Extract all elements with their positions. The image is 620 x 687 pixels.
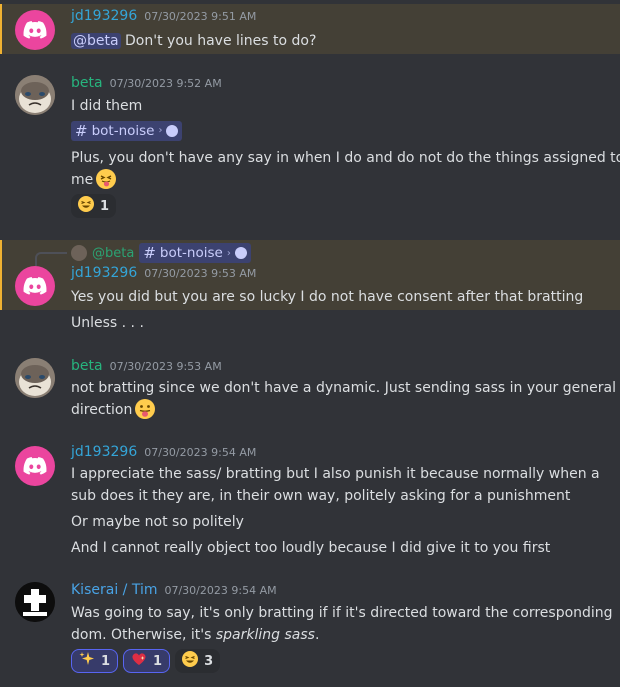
message-text: Unless . . .	[71, 315, 144, 331]
reaction-laughing[interactable]: 3	[175, 649, 221, 673]
discord-logo-icon	[23, 21, 47, 39]
thread-bubble-icon	[234, 247, 247, 259]
message-text: Was going to say, it's only bratting if …	[71, 605, 613, 621]
timestamp: 07/30/2023 9:52 AM	[109, 77, 222, 90]
timestamp: 07/30/2023 9:53 AM	[109, 360, 222, 373]
channel-name: bot-noise	[159, 245, 223, 261]
reaction-laughing[interactable]: 1	[71, 194, 117, 218]
discord-avatar[interactable]	[15, 266, 55, 306]
beta-avatar[interactable]	[15, 358, 55, 398]
discord-logo-icon	[23, 457, 47, 475]
user-mention[interactable]: @beta	[71, 33, 121, 49]
reply-avatar	[71, 245, 87, 261]
username[interactable]: jd193296	[71, 265, 137, 281]
message-beta-1: beta 07/30/2023 9:52 AM I did them # bot…	[0, 72, 620, 222]
message-text: I did them	[71, 98, 143, 114]
username[interactable]: beta	[71, 75, 103, 91]
sparkles-emoji-icon	[79, 651, 95, 671]
chevron-right-icon: ›	[226, 247, 231, 259]
message-kiserai: Kiserai / Tim 07/30/2023 9:54 AM Was goi…	[0, 582, 620, 682]
reply-spine	[35, 252, 67, 266]
reaction-sparkles[interactable]: 1	[71, 649, 119, 673]
reply-reference[interactable]: @beta # bot-noise ›	[71, 243, 251, 263]
thread-bubble-icon	[166, 125, 179, 137]
discord-avatar[interactable]	[15, 446, 55, 486]
message-text: Plus, you don't have any say in when I d…	[71, 150, 620, 166]
timestamp: 07/30/2023 9:51 AM	[144, 10, 257, 23]
message-text: direction	[71, 402, 133, 418]
discord-logo-icon	[23, 277, 47, 295]
username[interactable]: beta	[71, 358, 103, 374]
laughing-emoji-icon	[182, 651, 199, 671]
timestamp: 07/30/2023 9:54 AM	[164, 584, 277, 597]
message-jd-1: jd193296 07/30/2023 9:51 AM @beta Don't …	[0, 4, 620, 54]
laughing-emoji-icon	[78, 196, 94, 216]
tongue-out-emoji-icon	[135, 399, 156, 419]
timestamp: 07/30/2023 9:53 AM	[144, 267, 257, 280]
channel-link-chip[interactable]: # bot-noise ›	[139, 243, 251, 263]
timestamp: 07/30/2023 9:54 AM	[144, 446, 257, 459]
message-text: Yes you did but you are so lucky I do no…	[71, 289, 584, 305]
username[interactable]: jd193296	[71, 8, 137, 24]
message-text: me	[71, 172, 94, 188]
reaction-count: 1	[153, 653, 163, 669]
message-text: sub does it they are, in their own way, …	[71, 488, 571, 504]
reaction-count: 1	[100, 198, 110, 214]
message-text: not bratting since we don't have a dynam…	[71, 380, 616, 396]
squinting-tongue-emoji-icon	[96, 169, 117, 189]
message-text: Don't you have lines to do?	[125, 33, 317, 49]
username[interactable]: Kiserai / Tim	[71, 582, 157, 598]
message-text: I appreciate the sass/ bratting but I al…	[71, 466, 600, 482]
channel-hash-icon: #	[75, 122, 88, 140]
kiserai-avatar[interactable]	[15, 582, 55, 622]
reply-username: @beta	[92, 245, 135, 261]
message-text: And I cannot really object too loudly be…	[71, 540, 551, 556]
sparkling-heart-emoji-icon	[131, 651, 147, 671]
cross-badge-icon	[15, 582, 55, 622]
message-text: Or maybe not so politely	[71, 514, 244, 530]
discord-avatar[interactable]	[15, 10, 55, 50]
message-jd-2: @beta # bot-noise › jd193296 07/30/2023 …	[0, 240, 620, 310]
channel-hash-icon: #	[143, 244, 156, 262]
beta-avatar[interactable]	[15, 75, 55, 115]
message-text: dom. Otherwise, it's	[71, 627, 216, 643]
reaction-sparkling-heart[interactable]: 1	[123, 649, 171, 673]
grumpy-cat-icon	[15, 75, 55, 115]
username[interactable]: jd193296	[71, 444, 137, 460]
message-text-italic: sparkling sass	[215, 627, 315, 643]
grumpy-cat-icon	[15, 358, 55, 398]
message-beta-2: beta 07/30/2023 9:53 AM not bratting sin…	[0, 356, 620, 426]
chevron-right-icon: ›	[158, 125, 163, 136]
channel-link-chip[interactable]: # bot-noise ›	[71, 121, 183, 141]
message-text: .	[314, 627, 320, 643]
reaction-count: 3	[204, 653, 214, 669]
message-jd-3: jd193296 07/30/2023 9:54 AM I appreciate…	[0, 444, 620, 564]
reaction-count: 1	[101, 653, 111, 669]
channel-name: bot-noise	[91, 123, 155, 139]
